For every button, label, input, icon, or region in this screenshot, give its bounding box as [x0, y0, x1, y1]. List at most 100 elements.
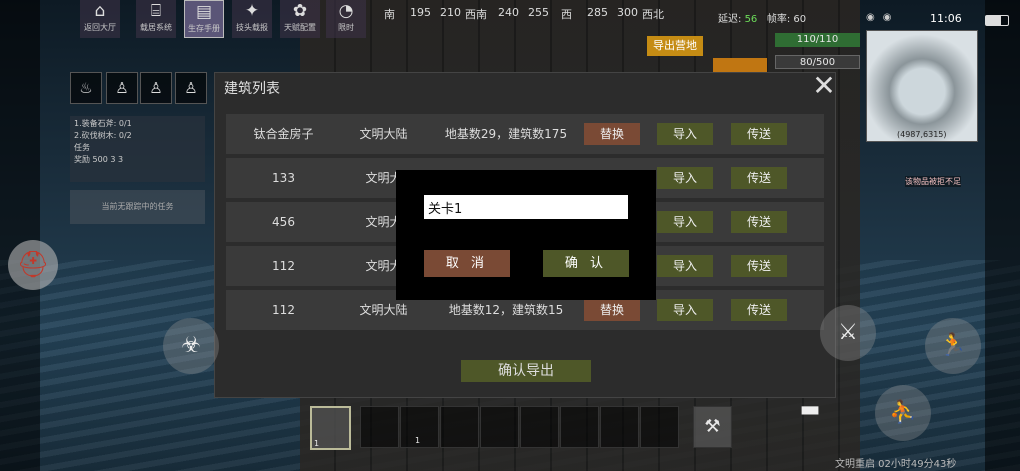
- confirm-button[interactable]: 确 认: [543, 250, 629, 277]
- craft-icon: ✦: [244, 1, 260, 21]
- cancel-button[interactable]: 取 消: [424, 250, 510, 277]
- compass-tick: 195: [410, 6, 431, 19]
- weapon-button[interactable]: ⚔: [820, 305, 876, 361]
- import-button[interactable]: 导入: [657, 299, 713, 321]
- nav-lobby-button[interactable]: ⌂ 返回大厅: [80, 0, 120, 38]
- dialog-title: 建筑列表: [224, 81, 280, 97]
- compass-tick: 西: [561, 8, 572, 21]
- building-icon: ⌸: [150, 1, 162, 21]
- nav-label: 天赋配置: [284, 23, 316, 32]
- building-name: 钛合金房子: [253, 127, 314, 141]
- hotbar-slot-4[interactable]: [480, 406, 519, 448]
- fps-label: 帧率:: [766, 14, 791, 25]
- building-name: 456: [272, 215, 295, 229]
- nav-building-button[interactable]: ⌸ 载居系统: [136, 0, 176, 38]
- nav-label: 返回大厅: [84, 23, 116, 32]
- hotbar-slot-0[interactable]: 1: [310, 406, 351, 450]
- attack-button[interactable]: ☣: [163, 318, 219, 374]
- latency-value: 56: [744, 14, 758, 25]
- helmet-icon[interactable]: ⛑: [8, 240, 58, 290]
- nav-label: 技头载报: [236, 23, 268, 32]
- compass-tick: 西北: [642, 8, 664, 21]
- hotbar-slot-2[interactable]: 1: [400, 406, 439, 448]
- fps-value: 60: [793, 14, 807, 25]
- compass-tick: 210: [440, 6, 461, 19]
- reward-value: 3: [118, 155, 124, 164]
- hotbar-slot-8[interactable]: [640, 406, 679, 448]
- reward-value: 3: [110, 155, 116, 164]
- signal-icon: ◉: [866, 12, 883, 23]
- export-camp-button[interactable]: 导出营地: [647, 36, 703, 56]
- nav-label: 限时: [338, 23, 354, 32]
- nav-label: 载居系统: [140, 23, 172, 32]
- nav-craft-button[interactable]: ✦ 技头载报: [232, 0, 272, 38]
- prone-button[interactable]: ▬: [785, 390, 835, 430]
- close-icon[interactable]: ✕: [810, 72, 838, 100]
- teleport-button[interactable]: 传送: [731, 211, 787, 233]
- hotbar-slot-6[interactable]: [560, 406, 599, 448]
- quest-panel[interactable]: 1.装备石斧: 0/1 2.砍伐树木: 0/2 任务 奖励 500 3 3: [70, 116, 205, 182]
- fire-slot[interactable]: ♨: [70, 72, 102, 104]
- jump-button[interactable]: 🏃: [925, 318, 981, 374]
- minimap-coords: (4987,6315): [897, 130, 947, 139]
- hunger-bar: 80/500: [775, 55, 860, 69]
- timer-icon: ◔: [338, 1, 354, 21]
- prone-icon: ▬: [799, 397, 821, 422]
- confirm-export-button[interactable]: 确认导出: [461, 360, 591, 382]
- party-slot-2[interactable]: ♙: [140, 72, 172, 104]
- battery-icon: [985, 15, 1009, 26]
- nav-label: 生存手册: [188, 24, 220, 33]
- replace-button[interactable]: 替换: [584, 299, 640, 321]
- hotbar-slot-5[interactable]: [520, 406, 559, 448]
- orange-tab[interactable]: [713, 58, 767, 72]
- building-name: 112: [272, 259, 295, 273]
- compass-tick: 南: [384, 8, 395, 21]
- hotbar-slot-3[interactable]: [440, 406, 479, 448]
- quest-line-2: 2.砍伐树木: 0/2: [74, 131, 132, 140]
- compass-tick: 285: [587, 6, 608, 19]
- sword-icon: ⚔: [838, 320, 858, 345]
- party-slot-1[interactable]: ♙: [106, 72, 138, 104]
- teleport-button[interactable]: 传送: [731, 299, 787, 321]
- crouch-button[interactable]: ⛹: [875, 385, 931, 441]
- status-icons: ◉◉: [866, 12, 899, 23]
- biohazard-icon: ☣: [181, 333, 201, 358]
- compass-tick: 300: [617, 6, 638, 19]
- teleport-button[interactable]: 传送: [731, 167, 787, 189]
- level-name-input[interactable]: [424, 195, 628, 219]
- compass-tick: 255: [528, 6, 549, 19]
- teleport-button[interactable]: 传送: [731, 255, 787, 277]
- quest-line-1: 1.装备石斧: 0/1: [74, 119, 132, 128]
- wifi-icon: ◉: [882, 12, 900, 23]
- clock: 11:06: [930, 12, 962, 25]
- building-info: 地基数29，建筑数175: [444, 127, 568, 141]
- left-edge-shade: [0, 0, 40, 471]
- server-timer: 文明重启 02小时49分43秒: [835, 459, 957, 470]
- crouch-icon: ⛹: [889, 400, 917, 425]
- teleport-button[interactable]: 传送: [731, 123, 787, 145]
- building-name: 112: [272, 303, 295, 317]
- party-slot-3[interactable]: ♙: [175, 72, 207, 104]
- nav-timer-button[interactable]: ◔ 限时: [326, 0, 366, 38]
- nav-talent-button[interactable]: ✿ 天赋配置: [280, 0, 320, 38]
- quest-reward-label: 奖励: [74, 155, 90, 164]
- compass-strip: 南 195 210 西南 240 255 西 285 300 西北: [380, 4, 680, 24]
- hotbar-slot-1[interactable]: [360, 406, 399, 448]
- fire-icon: ♨: [79, 79, 93, 97]
- hotbar-slot-7[interactable]: [600, 406, 639, 448]
- import-button[interactable]: 导入: [657, 211, 713, 233]
- build-tool-slot[interactable]: ⚒: [693, 406, 732, 448]
- person-icon: ♙: [149, 79, 163, 97]
- import-button[interactable]: 导入: [657, 255, 713, 277]
- slot-count: 1: [415, 436, 421, 445]
- slot-count: 1: [314, 439, 320, 448]
- latency-label: 延迟:: [718, 14, 742, 25]
- import-button[interactable]: 导入: [657, 167, 713, 189]
- track-quest-panel[interactable]: 当前无跟踪中的任务: [70, 190, 205, 224]
- nav-manual-button[interactable]: ▤ 生存手册: [184, 0, 224, 38]
- person-icon: ♙: [115, 79, 129, 97]
- talent-icon: ✿: [292, 1, 308, 21]
- minimap[interactable]: (4987,6315): [866, 30, 978, 142]
- replace-button[interactable]: 替换: [584, 123, 640, 145]
- import-button[interactable]: 导入: [657, 123, 713, 145]
